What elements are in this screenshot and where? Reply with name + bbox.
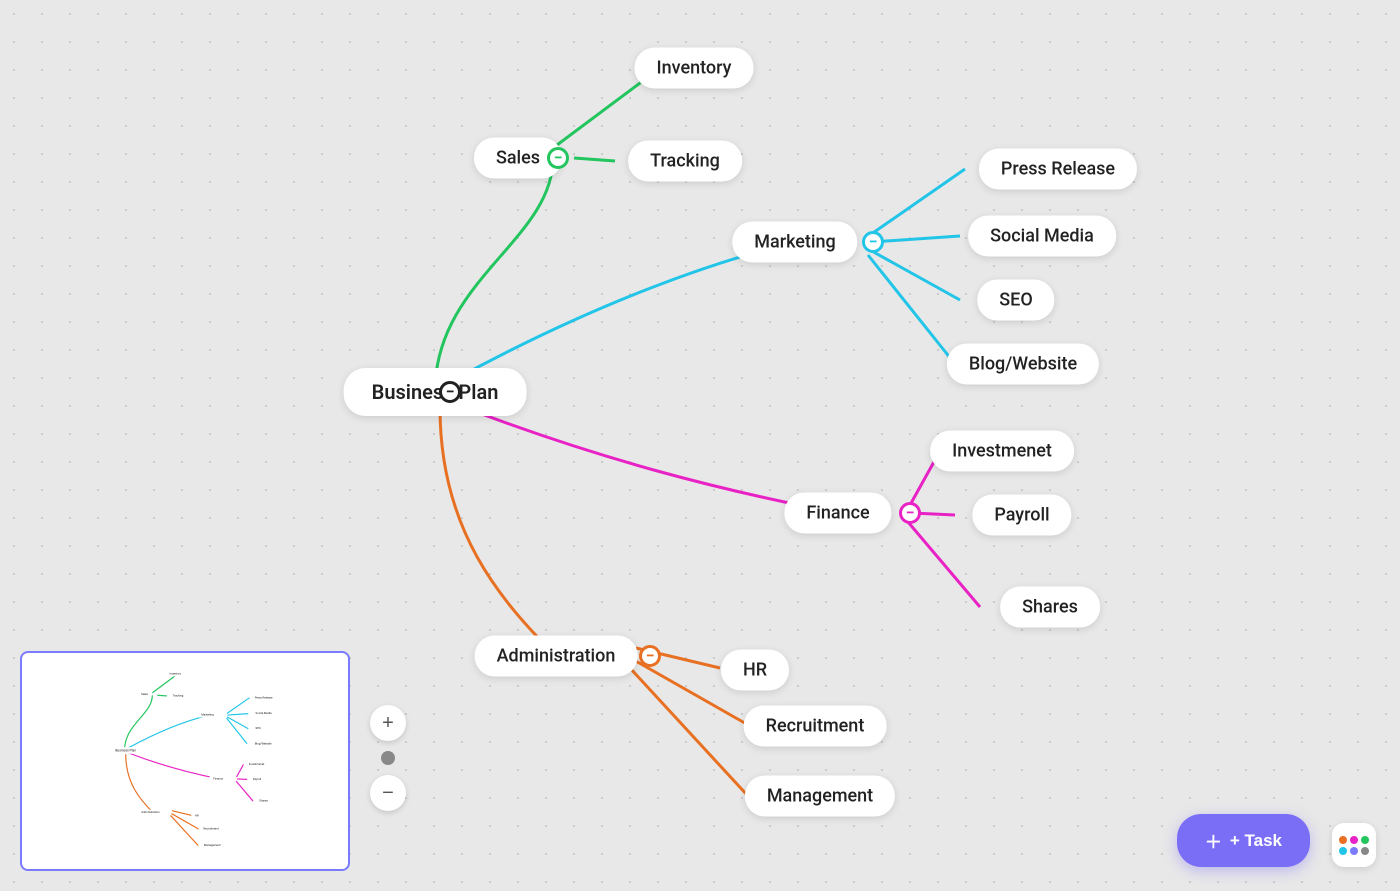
node-tracking[interactable]: Tracking — [628, 141, 742, 182]
svg-text:Blog/Website: Blog/Website — [255, 741, 272, 745]
collapse-marketing[interactable] — [862, 231, 884, 253]
svg-text:Shares: Shares — [259, 799, 268, 803]
minimap-svg: Business Plan Sales Inventory Tracking M… — [22, 653, 350, 871]
svg-text:Management: Management — [204, 843, 221, 847]
node-blog-website[interactable]: Blog/Website — [947, 344, 1099, 385]
svg-text:Investmenet: Investmenet — [249, 762, 265, 766]
node-payroll[interactable]: Payroll — [972, 495, 1071, 536]
svg-text:Recruitment: Recruitment — [203, 827, 218, 831]
collapse-sales[interactable] — [547, 147, 569, 169]
node-administration[interactable]: Administration — [475, 636, 638, 677]
svg-text:Finance: Finance — [213, 776, 223, 780]
grid-icon — [1339, 836, 1369, 855]
task-plus-icon: ＋ — [1205, 828, 1222, 853]
grid-view-button[interactable] — [1332, 823, 1376, 867]
node-marketing[interactable]: Marketing — [732, 222, 857, 263]
node-press-release[interactable]: Press Release — [979, 149, 1137, 190]
svg-text:Social Media: Social Media — [256, 711, 273, 715]
node-inventory[interactable]: Inventory — [635, 48, 754, 89]
node-investmenet[interactable]: Investmenet — [930, 431, 1074, 472]
add-task-button[interactable]: ＋ + Task — [1177, 814, 1310, 867]
node-social-media[interactable]: Social Media — [968, 216, 1116, 257]
minimap: Business Plan Sales Inventory Tracking M… — [20, 651, 350, 871]
svg-text:Sales: Sales — [141, 692, 148, 696]
svg-text:Administration: Administration — [141, 810, 160, 814]
node-management[interactable]: Management — [745, 776, 895, 817]
node-shares[interactable]: Shares — [1000, 587, 1100, 628]
zoom-in-button[interactable]: + — [370, 705, 406, 741]
svg-text:Business Plan: Business Plan — [115, 748, 136, 752]
collapse-administration[interactable] — [639, 645, 661, 667]
node-finance[interactable]: Finance — [784, 493, 891, 534]
zoom-controls: + − — [370, 705, 406, 811]
svg-text:HR: HR — [195, 813, 199, 817]
collapse-finance[interactable] — [899, 502, 921, 524]
task-label: + Task — [1230, 831, 1282, 851]
node-recruitment[interactable]: Recruitment — [744, 706, 887, 747]
svg-text:SEO: SEO — [256, 726, 261, 730]
zoom-handle[interactable] — [381, 751, 395, 765]
collapse-business-plan[interactable] — [439, 381, 461, 403]
svg-text:Tracking: Tracking — [173, 693, 184, 697]
svg-text:Inventory: Inventory — [169, 671, 181, 675]
node-business-plan[interactable]: Business Plan — [344, 368, 527, 416]
svg-text:Marketing: Marketing — [201, 713, 214, 717]
zoom-out-button[interactable]: − — [370, 775, 406, 811]
node-hr[interactable]: HR — [721, 650, 789, 691]
node-seo[interactable]: SEO — [977, 280, 1054, 321]
svg-text:Press Release: Press Release — [255, 695, 273, 699]
svg-text:Payroll: Payroll — [253, 777, 262, 781]
